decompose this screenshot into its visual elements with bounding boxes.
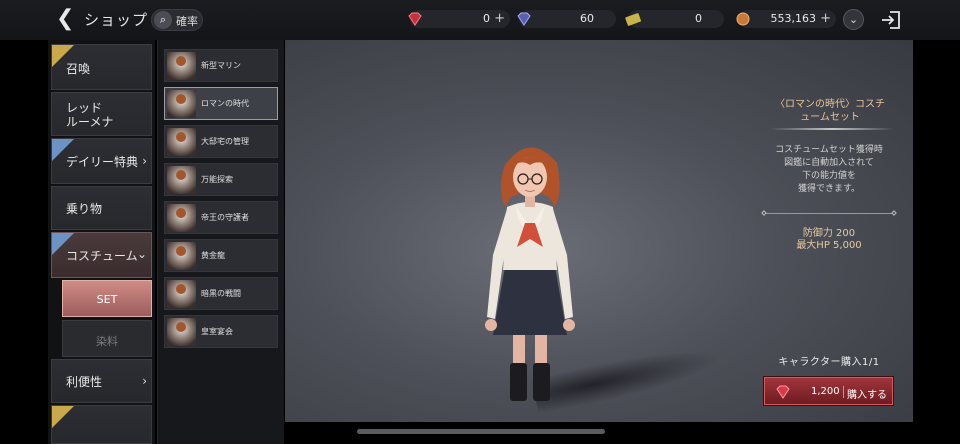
sidebar-item-label: レッド <box>66 101 103 115</box>
back-arrow-icon[interactable]: ❮ <box>56 8 76 30</box>
sidebar-item-convenience[interactable]: 利便性 › <box>51 359 152 403</box>
chevron-down-icon: ⌄ <box>136 247 147 261</box>
divider <box>761 210 897 216</box>
costume-set-title: 〈ロマンの時代〉コスチ ュームセット <box>765 98 895 124</box>
divider-line <box>766 213 892 214</box>
character-model <box>485 147 575 401</box>
costume-thumbnail <box>167 204 196 232</box>
set-description: コスチュームセット獲得時 図鑑に自動加入されて 下の能力値を 獲得できます。 <box>762 144 896 196</box>
home-indicator[interactable] <box>357 429 605 434</box>
costume-name: ロマンの時代 <box>201 99 249 108</box>
list-item[interactable]: 大邸宅の管理 <box>164 125 278 158</box>
costume-thumbnail <box>167 90 196 118</box>
sub-tab-label: SET <box>96 293 118 306</box>
buy-price: 1,200 <box>811 386 840 397</box>
title-underline <box>770 128 894 130</box>
divider-diamond <box>891 210 897 216</box>
list-item[interactable]: 暗黒の戦闘 <box>164 277 278 310</box>
coin-plus-button[interactable]: + <box>820 11 831 26</box>
top-bar: ❮ ショップ ⌕ 確率 0 + 60 0 553,163 + ⌄ <box>0 0 960 40</box>
costume-name: 帝王の守護者 <box>201 213 249 222</box>
rate-button[interactable]: ⌕ 確率 <box>151 9 203 31</box>
list-item[interactable]: ロマンの時代 <box>164 87 278 120</box>
coin-value: 553,163 <box>770 12 817 25</box>
chevron-right-icon: › <box>142 154 147 168</box>
currency-crystal: 60 <box>517 10 616 28</box>
costume-thumbnail <box>167 128 196 156</box>
sidebar-item-red-lumena[interactable]: レッド ルーメナ <box>51 92 152 136</box>
sidebar-item-more[interactable] <box>51 405 152 444</box>
list-item[interactable]: 黄金龍 <box>164 239 278 272</box>
sidebar-item-costume[interactable]: コスチューム ⌄ <box>51 232 152 278</box>
ticket-value: 0 <box>695 12 702 25</box>
costume-name: 黄金龍 <box>201 251 225 260</box>
currency-coin: 553,163 + <box>736 10 836 28</box>
page-title: ショップ <box>84 11 149 29</box>
stat-defense: 防御力 200 <box>802 228 856 239</box>
sub-tab-set[interactable]: SET <box>62 280 152 317</box>
currency-ruby: 0 + <box>408 10 510 28</box>
stat-max-hp: 最大HP 5,000 <box>796 240 862 251</box>
sub-tab-dye[interactable]: 染料 <box>62 320 152 357</box>
currency-ticket: 0 <box>625 10 724 28</box>
costume-name: 新型マリン <box>201 61 241 70</box>
costume-name: 皇室宴会 <box>201 327 233 336</box>
ruby-value: 0 <box>483 12 490 25</box>
chevron-right-icon: › <box>142 374 147 388</box>
costume-name: 万能探索 <box>201 175 233 184</box>
title-line: 〈ロマンの時代〉コスチ <box>775 99 885 110</box>
sidebar-item-daily[interactable]: デイリー特典 › <box>51 138 152 184</box>
desc-line: 下の能力値を <box>801 171 856 181</box>
costume-thumbnail <box>167 166 196 194</box>
category-sidebar: 召喚 レッド ルーメナ デイリー特典 › 乗り物 コスチューム ⌄ SET 染料… <box>48 40 155 444</box>
exit-icon[interactable] <box>879 8 903 32</box>
buy-label: 購入する <box>847 390 887 401</box>
sidebar-item-label: 乗り物 <box>66 202 103 216</box>
list-item[interactable]: 新型マリン <box>164 49 278 82</box>
search-icon: ⌕ <box>154 11 172 29</box>
buy-button[interactable]: 1,200 購入する <box>764 377 893 405</box>
list-item[interactable]: 皇室宴会 <box>164 315 278 348</box>
new-ribbon <box>52 406 74 428</box>
sidebar-item-label: 利便性 <box>66 375 103 389</box>
desc-line: コスチュームセット獲得時 <box>775 145 883 155</box>
list-item[interactable]: 万能探索 <box>164 163 278 196</box>
sub-tab-label: 染料 <box>96 335 118 348</box>
ticket-icon <box>625 13 642 26</box>
rate-label: 確率 <box>176 15 198 28</box>
sidebar-item-label: コスチューム <box>66 249 138 263</box>
shop-screen: ❮ ショップ ⌕ 確率 0 + 60 0 553,163 + ⌄ 召喚 レッド … <box>0 0 960 444</box>
purchase-limit: キャラクター購入1/1 <box>778 357 880 368</box>
buy-separator <box>843 386 844 398</box>
sidebar-item-mount[interactable]: 乗り物 <box>51 186 152 230</box>
costume-thumbnail <box>167 318 196 346</box>
sidebar-item-label: ルーメナ <box>66 115 114 129</box>
ruby-icon <box>408 12 422 26</box>
costume-name: 暗黒の戦闘 <box>201 289 241 298</box>
ruby-icon <box>776 385 790 399</box>
crystal-icon <box>517 12 531 26</box>
set-stats: 防御力 200 最大HP 5,000 <box>762 228 896 252</box>
list-item[interactable]: 帝王の守護者 <box>164 201 278 234</box>
costume-thumbnail <box>167 52 196 80</box>
sidebar-item-summon[interactable]: 召喚 <box>51 44 152 90</box>
costume-name: 大邸宅の管理 <box>201 137 249 146</box>
title-line: ュームセット <box>800 112 860 123</box>
chevron-down-icon[interactable]: ⌄ <box>843 9 864 30</box>
ruby-plus-button[interactable]: + <box>494 11 505 26</box>
costume-thumbnail <box>167 242 196 270</box>
costume-thumbnail <box>167 280 196 308</box>
costume-list: 新型マリン ロマンの時代 大邸宅の管理 万能探索 帝王の守護者 黄金龍 暗黒の戦… <box>157 40 284 444</box>
sidebar-item-label: デイリー特典 <box>66 155 139 169</box>
coin-icon <box>736 12 750 26</box>
crystal-value: 60 <box>580 12 594 25</box>
desc-line: 図鑑に自動加入されて <box>784 158 874 168</box>
desc-line: 獲得できます。 <box>797 184 861 194</box>
sidebar-item-label: 召喚 <box>66 62 91 76</box>
